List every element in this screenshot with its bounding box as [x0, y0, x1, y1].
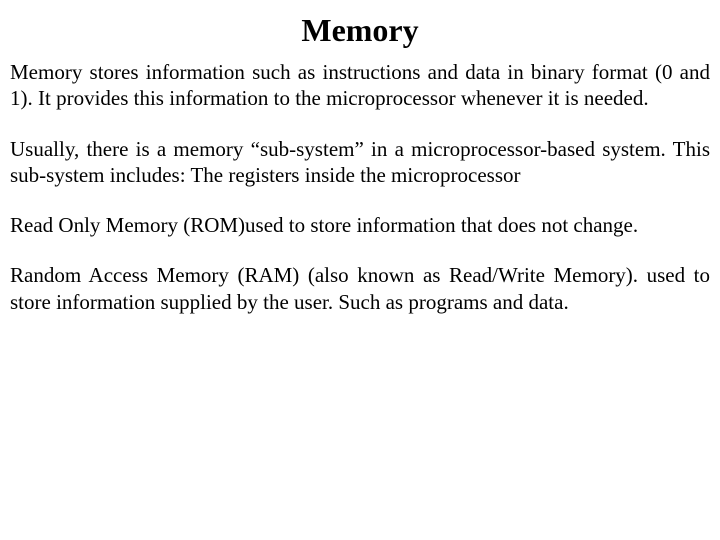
page-title: Memory: [10, 12, 710, 49]
paragraph-ram: Random Access Memory (RAM) (also known a…: [10, 262, 710, 315]
paragraph-rom: Read Only Memory (ROM)used to store info…: [10, 212, 710, 238]
paragraph-intro: Memory stores information such as instru…: [10, 59, 710, 112]
paragraph-subsystem: Usually, there is a memory “sub-system” …: [10, 136, 710, 189]
